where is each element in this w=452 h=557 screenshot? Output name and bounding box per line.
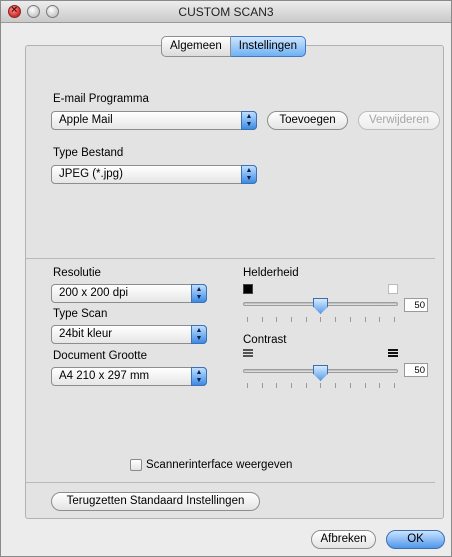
document-size-label: Document Grootte <box>53 350 147 362</box>
low-contrast-icon <box>243 349 253 359</box>
high-contrast-icon <box>388 349 398 359</box>
scanner-interface-checkbox[interactable] <box>130 459 142 471</box>
ok-button[interactable]: OK <box>386 530 445 549</box>
reset-defaults-button[interactable]: Terugzetten Standaard Instellingen <box>51 492 260 511</box>
popup-arrows-icon: ▲ ▼ <box>241 111 257 130</box>
cancel-button[interactable]: Afbreken <box>311 530 376 549</box>
dark-swatch-icon <box>243 284 253 294</box>
scan-type-label: Type Scan <box>53 308 108 320</box>
bottom-divider <box>26 482 435 483</box>
resolution-value: 200 x 200 dpi <box>59 287 129 299</box>
document-size-value: A4 210 x 297 mm <box>59 370 150 382</box>
dialog-window: × CUSTOM SCAN3 Algemeen Instellingen E-m… <box>0 0 452 557</box>
window-title: CUSTOM SCAN3 <box>178 5 274 19</box>
contrast-label: Contrast <box>243 334 287 346</box>
contrast-tick-marks <box>247 383 395 388</box>
file-type-label: Type Bestand <box>53 147 124 159</box>
scan-type-select[interactable]: 24bit kleur ▲ ▼ <box>51 325 207 344</box>
document-size-select[interactable]: A4 210 x 297 mm ▲ ▼ <box>51 367 207 386</box>
add-button[interactable]: Toevoegen <box>267 111 348 130</box>
tab-algemeen[interactable]: Algemeen <box>161 36 231 57</box>
popup-arrows-icon: ▲ ▼ <box>241 165 257 184</box>
brightness-label: Helderheid <box>243 267 299 279</box>
email-program-label: E-mail Programma <box>53 93 149 105</box>
popup-arrows-icon: ▲ ▼ <box>191 284 207 303</box>
popup-arrows-icon: ▲ ▼ <box>191 325 207 344</box>
remove-button[interactable]: Verwijderen <box>358 111 440 130</box>
tab-instellingen[interactable]: Instellingen <box>230 36 306 57</box>
light-swatch-icon <box>388 284 398 294</box>
tab-bar: Algemeen Instellingen <box>161 36 306 57</box>
scanner-interface-label: Scannerinterface weergeven <box>146 459 293 471</box>
file-type-value: JPEG (*.jpg) <box>59 168 123 180</box>
brightness-value-field[interactable]: 50 <box>404 298 428 312</box>
scan-type-value: 24bit kleur <box>59 328 113 340</box>
brightness-tick-marks <box>247 317 395 322</box>
contrast-value-field[interactable]: 50 <box>404 363 428 377</box>
email-program-value: Apple Mail <box>59 114 113 126</box>
resolution-select[interactable]: 200 x 200 dpi ▲ ▼ <box>51 284 207 303</box>
section-divider <box>26 258 435 259</box>
resolution-label: Resolutie <box>53 267 101 279</box>
popup-arrows-icon: ▲ ▼ <box>191 367 207 386</box>
email-program-select[interactable]: Apple Mail ▲ ▼ <box>51 111 257 130</box>
file-type-select[interactable]: JPEG (*.jpg) ▲ ▼ <box>51 165 257 184</box>
title-bar[interactable]: × CUSTOM SCAN3 <box>1 1 451 23</box>
